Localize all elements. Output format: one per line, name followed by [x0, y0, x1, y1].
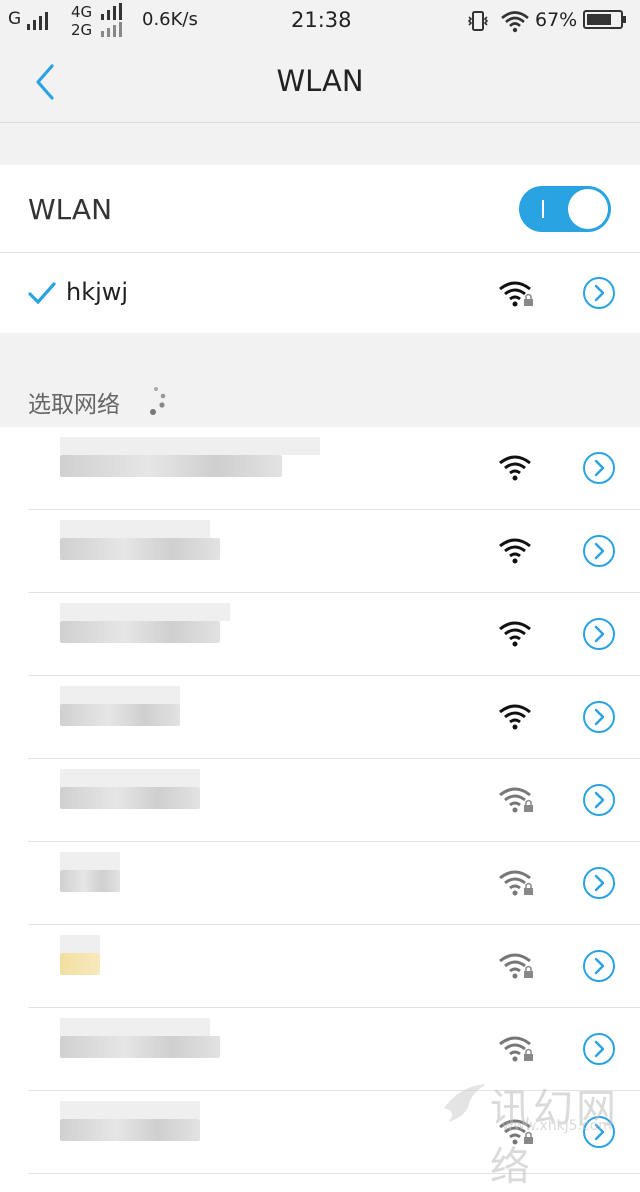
vibrate-icon	[467, 11, 489, 31]
network-row[interactable]	[0, 676, 640, 759]
chevron-right-circle-icon	[583, 277, 615, 309]
wifi-icon	[499, 704, 531, 730]
network-info-button[interactable]	[582, 534, 616, 568]
connected-network-name: hkjwj	[66, 278, 129, 306]
wifi-icon	[499, 538, 531, 564]
bird-logo-icon	[444, 1084, 486, 1122]
obscured-network-name	[60, 621, 220, 643]
chevron-right-circle-icon	[583, 950, 615, 982]
signal-icon	[27, 10, 48, 30]
network-row[interactable]	[0, 842, 640, 925]
chevron-right-circle-icon	[583, 1033, 615, 1065]
battery-icon	[583, 10, 626, 29]
watermark-url: www.xhkj5.com	[502, 1118, 612, 1134]
watermark-text: 讯幻网络	[490, 1086, 619, 1190]
signal-icon	[101, 21, 122, 37]
obscured-network-detail	[60, 1101, 200, 1119]
network-row[interactable]	[0, 593, 640, 676]
switch-on-indicator	[542, 200, 544, 218]
wlan-toggle-row[interactable]: WLAN	[0, 165, 640, 252]
check-icon	[28, 282, 56, 305]
battery-percent: 67%	[535, 9, 578, 31]
clock: 21:38	[291, 8, 352, 32]
chevron-right-circle-icon	[583, 867, 615, 899]
network-row[interactable]	[0, 925, 640, 1008]
loading-spinner-icon	[150, 387, 166, 415]
network-2g-label: 2G	[71, 21, 93, 39]
wifi-icon	[499, 455, 531, 481]
obscured-network-name	[60, 538, 220, 560]
obscured-network-detail	[60, 769, 200, 787]
wifi-icon	[501, 11, 529, 33]
chevron-right-circle-icon	[583, 618, 615, 650]
status-bar: G 4G 2G 0.6K/s 21:38 67%	[0, 0, 640, 42]
network-info-button[interactable]	[582, 866, 616, 900]
obscured-network-detail	[60, 437, 320, 455]
network-info-button[interactable]	[582, 617, 616, 651]
watermark: 讯幻网络 www.xhkj5.com	[440, 1072, 640, 1190]
wifi-lock-icon	[499, 953, 533, 979]
obscured-network-detail	[60, 935, 100, 953]
network-info-button[interactable]	[582, 700, 616, 734]
wlan-label: WLAN	[28, 193, 113, 226]
page-title: WLAN	[276, 64, 364, 98]
obscured-network-name	[60, 455, 282, 477]
section-title: 选取网络	[28, 392, 120, 418]
obscured-network-name	[60, 704, 180, 726]
wifi-lock-icon	[499, 870, 533, 896]
obscured-network-name	[60, 787, 200, 809]
signal-icon	[101, 2, 122, 20]
network-row[interactable]	[0, 510, 640, 593]
chevron-right-circle-icon	[583, 784, 615, 816]
network-row[interactable]	[0, 759, 640, 842]
network-info-button[interactable]	[582, 276, 616, 310]
chevron-right-circle-icon	[583, 701, 615, 733]
wifi-icon	[499, 621, 531, 647]
obscured-network-detail	[60, 852, 120, 870]
connected-network-row[interactable]: hkjwj	[0, 253, 640, 333]
section-gap	[0, 123, 640, 165]
switch-knob	[568, 189, 608, 229]
obscured-network-detail	[60, 686, 180, 704]
network-row[interactable]	[0, 427, 640, 510]
wifi-lock-icon	[499, 787, 533, 813]
obscured-network-name	[60, 1036, 220, 1058]
network-info-button[interactable]	[582, 783, 616, 817]
network-speed: 0.6K/s	[142, 9, 198, 30]
chevron-right-circle-icon	[583, 452, 615, 484]
available-networks-header: 选取网络	[0, 333, 640, 427]
network-info-button[interactable]	[582, 1032, 616, 1066]
obscured-network-name	[60, 953, 100, 975]
wifi-lock-icon	[499, 1036, 533, 1062]
obscured-network-detail	[60, 603, 230, 621]
obscured-network-detail	[60, 1018, 210, 1036]
obscured-network-name	[60, 870, 120, 892]
obscured-network-detail	[60, 520, 210, 538]
wlan-switch[interactable]	[519, 186, 611, 232]
network-4g-label: 4G	[71, 3, 93, 21]
chevron-right-circle-icon	[583, 535, 615, 567]
wifi-lock-icon	[499, 281, 533, 307]
network-info-button[interactable]	[582, 451, 616, 485]
header-bar: WLAN	[0, 42, 640, 123]
carrier-label: G	[8, 9, 22, 29]
network-info-button[interactable]	[582, 949, 616, 983]
